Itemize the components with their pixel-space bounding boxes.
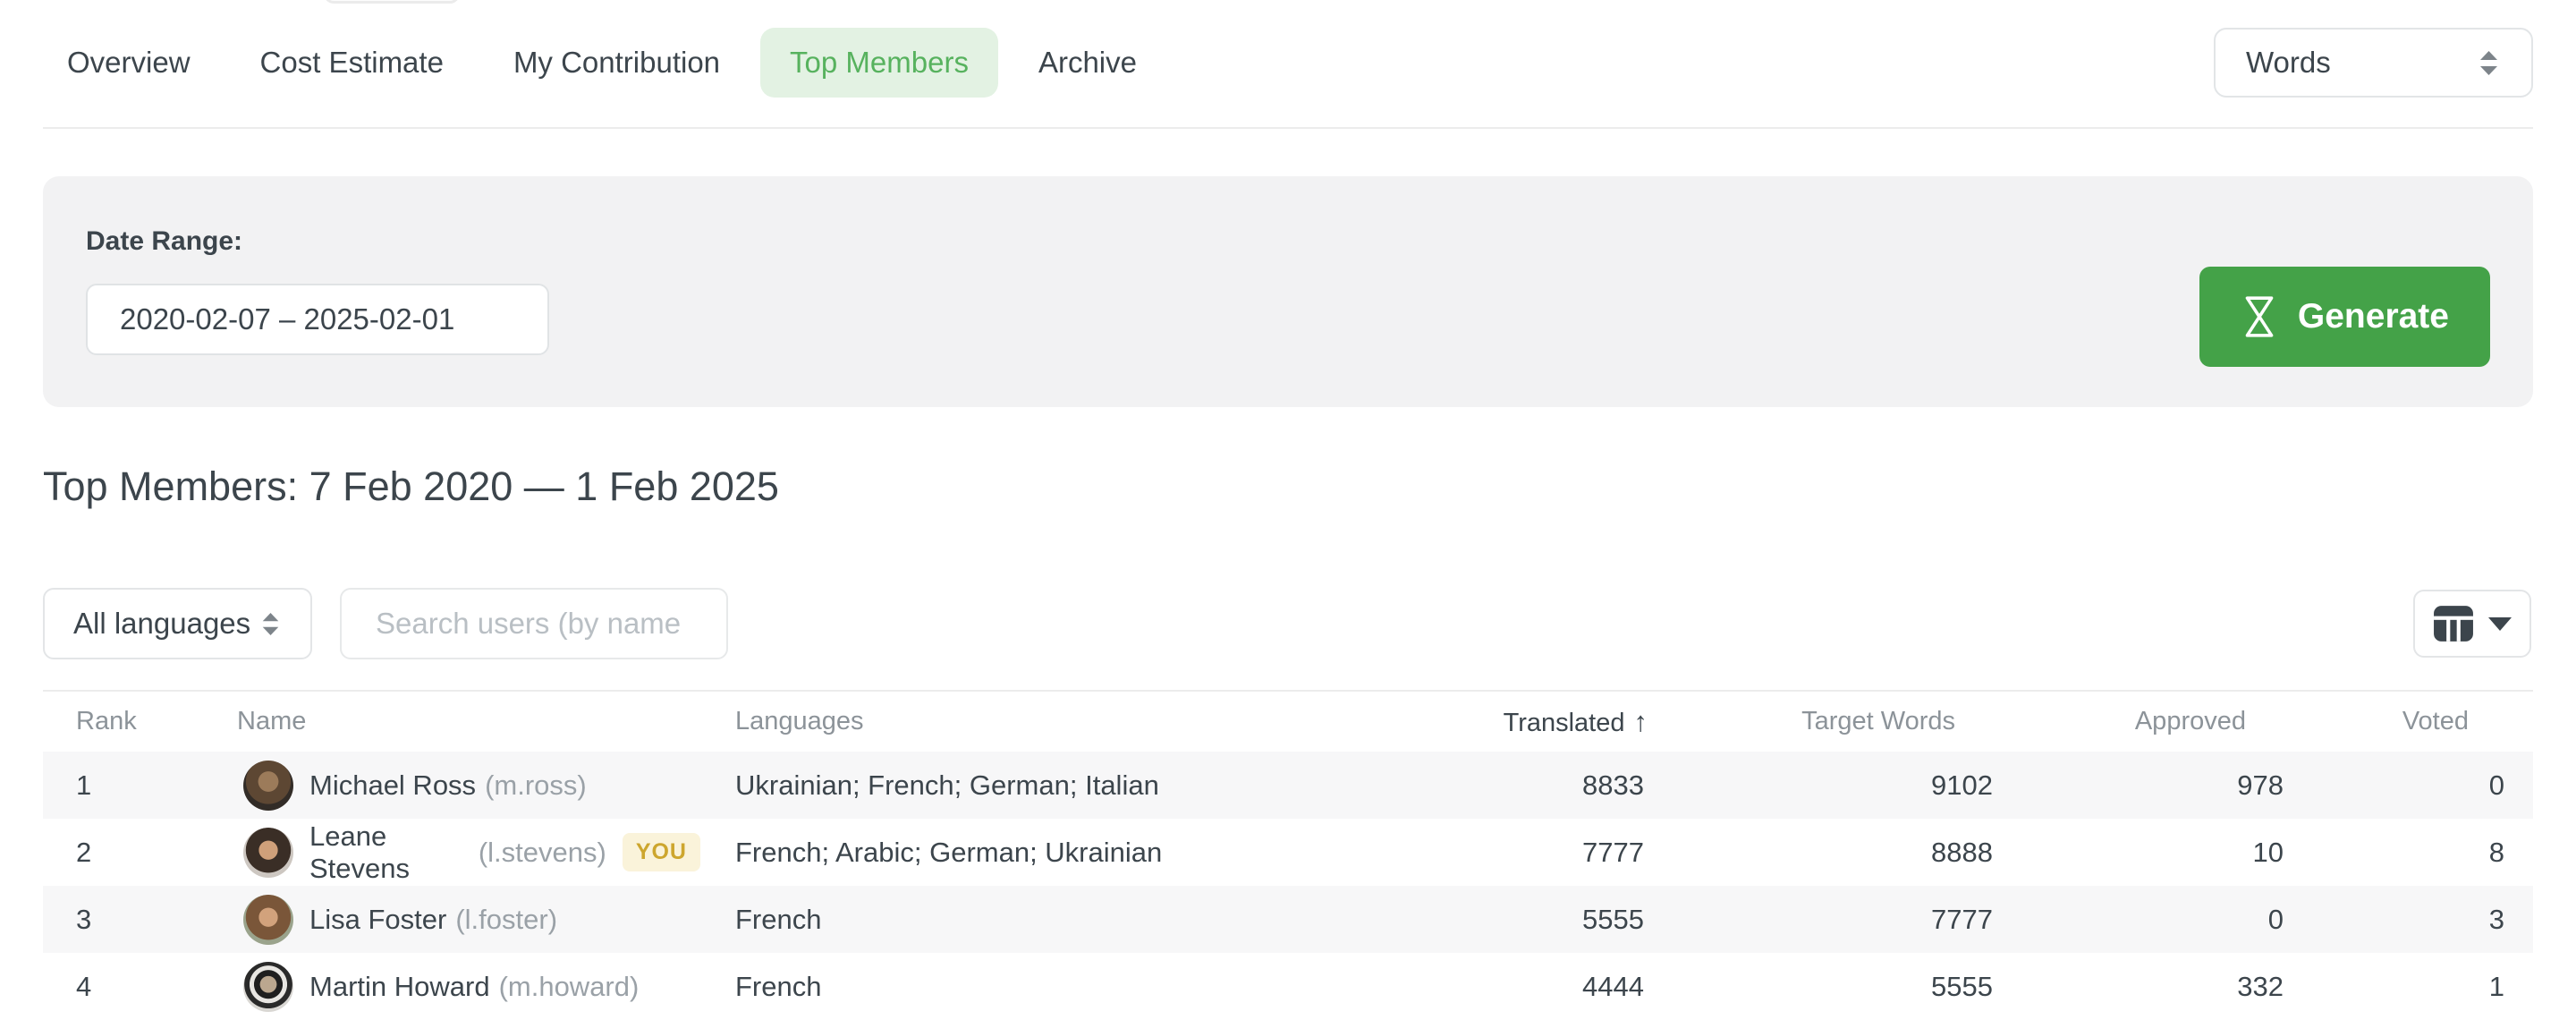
approved-cell: 978 — [2004, 769, 2294, 802]
column-header-translated[interactable]: Translated ↑ — [1425, 706, 1655, 738]
hourglass-icon — [2241, 294, 2278, 339]
name-cell: Lisa Foster (l.foster) — [204, 895, 700, 945]
you-badge: YOU — [623, 833, 700, 871]
avatar[interactable] — [243, 828, 293, 878]
caret-down-icon — [2488, 617, 2512, 631]
target-words-cell: 8888 — [1655, 837, 2004, 869]
user-username: (l.stevens) — [479, 837, 606, 869]
table-row: 4 Martin Howard (m.howard) French 4444 5… — [43, 953, 2533, 1020]
filters-row: All languages — [43, 588, 2533, 659]
translated-cell: 7777 — [1425, 837, 1655, 869]
table-row: 2 Leane Stevens (l.stevens) YOU French; … — [43, 819, 2533, 886]
user-full-name: Martin Howard — [309, 971, 490, 1003]
user-full-name: Leane Stevens — [309, 820, 470, 885]
user-link[interactable]: Michael Ross (m.ross) — [243, 761, 587, 811]
column-header-languages[interactable]: Languages — [700, 707, 1425, 736]
column-header-approved[interactable]: Approved — [2004, 707, 2294, 736]
date-range-value: 2020-02-07 – 2025-02-01 — [120, 302, 454, 336]
language-filter-value: All languages — [73, 607, 250, 641]
target-words-cell: 5555 — [1655, 971, 2004, 1003]
approved-cell: 10 — [2004, 837, 2294, 869]
name-cell: Leane Stevens (l.stevens) YOU — [204, 820, 700, 885]
search-input[interactable] — [340, 588, 728, 659]
table-row: 1 Michael Ross (m.ross) Ukrainian; Frenc… — [43, 752, 2533, 819]
table-columns-icon — [2433, 605, 2474, 642]
date-range-input[interactable]: 2020-02-07 – 2025-02-01 — [86, 284, 549, 355]
unit-select-value: Words — [2246, 46, 2331, 80]
members-table: Rank Name Languages Translated ↑ Target W… — [43, 690, 2533, 1020]
column-settings-button[interactable] — [2413, 590, 2531, 658]
rank-cell: 1 — [43, 769, 204, 802]
tab-top-members[interactable]: Top Members — [760, 28, 998, 98]
generate-button-label: Generate — [2298, 297, 2449, 336]
voted-cell: 3 — [2294, 904, 2533, 936]
reports-page: Overview Cost Estimate My Contribution T… — [0, 0, 2576, 1020]
rank-cell: 3 — [43, 904, 204, 936]
tab-overview[interactable]: Overview — [38, 28, 220, 98]
approved-cell: 332 — [2004, 971, 2294, 1003]
languages-cell: French — [700, 971, 1425, 1003]
report-generator-panel: Date Range: 2020-02-07 – 2025-02-01 Gene… — [43, 176, 2533, 407]
date-range-label: Date Range: — [86, 226, 242, 257]
tab-archive[interactable]: Archive — [1009, 28, 1166, 98]
column-header-translated-label: Translated — [1504, 709, 1625, 737]
table-row: 3 Lisa Foster (l.foster) French 5555 777… — [43, 886, 2533, 953]
column-header-rank[interactable]: Rank — [43, 707, 204, 736]
target-words-cell: 9102 — [1655, 769, 2004, 802]
tab-cost-estimate[interactable]: Cost Estimate — [231, 28, 473, 98]
name-cell: Michael Ross (m.ross) — [204, 761, 700, 811]
languages-cell: French; Arabic; German; Ukrainian — [700, 837, 1425, 869]
rank-cell: 2 — [43, 837, 204, 869]
user-username: (l.foster) — [455, 904, 557, 936]
tab-my-contribution[interactable]: My Contribution — [484, 28, 750, 98]
select-arrows-icon — [259, 611, 282, 637]
avatar[interactable] — [243, 962, 293, 1012]
sort-ascending-icon: ↑ — [1634, 706, 1648, 737]
column-header-voted[interactable]: Voted — [2294, 707, 2533, 736]
report-tabs: Overview Cost Estimate My Contribution T… — [38, 28, 1166, 98]
rank-cell: 4 — [43, 971, 204, 1003]
target-words-cell: 7777 — [1655, 904, 2004, 936]
user-full-name: Michael Ross — [309, 769, 476, 802]
user-full-name: Lisa Foster — [309, 904, 446, 936]
translated-cell: 5555 — [1425, 904, 1655, 936]
user-link[interactable]: Leane Stevens (l.stevens) — [243, 820, 606, 885]
cropped-top-element — [324, 0, 460, 4]
user-link[interactable]: Martin Howard (m.howard) — [243, 962, 639, 1012]
language-filter-select[interactable]: All languages — [43, 588, 312, 659]
user-username: (m.howard) — [499, 971, 640, 1003]
page-title: Top Members: 7 Feb 2020 — 1 Feb 2025 — [43, 463, 779, 510]
voted-cell: 8 — [2294, 837, 2533, 869]
translated-cell: 8833 — [1425, 769, 1655, 802]
translated-cell: 4444 — [1425, 971, 1655, 1003]
user-link[interactable]: Lisa Foster (l.foster) — [243, 895, 557, 945]
voted-cell: 0 — [2294, 769, 2533, 802]
approved-cell: 0 — [2004, 904, 2294, 936]
table-header-row: Rank Name Languages Translated ↑ Target W… — [43, 690, 2533, 752]
generate-button[interactable]: Generate — [2199, 267, 2490, 367]
name-cell: Martin Howard (m.howard) — [204, 962, 700, 1012]
column-header-name[interactable]: Name — [204, 707, 700, 736]
column-header-target-words[interactable]: Target Words — [1655, 707, 2004, 736]
tabs-divider — [43, 127, 2533, 129]
voted-cell: 1 — [2294, 971, 2533, 1003]
select-arrows-icon — [2477, 49, 2501, 77]
languages-cell: Ukrainian; French; German; Italian — [700, 769, 1425, 802]
unit-select[interactable]: Words — [2214, 28, 2533, 98]
avatar[interactable] — [243, 761, 293, 811]
avatar[interactable] — [243, 895, 293, 945]
user-username: (m.ross) — [485, 769, 587, 802]
languages-cell: French — [700, 904, 1425, 936]
